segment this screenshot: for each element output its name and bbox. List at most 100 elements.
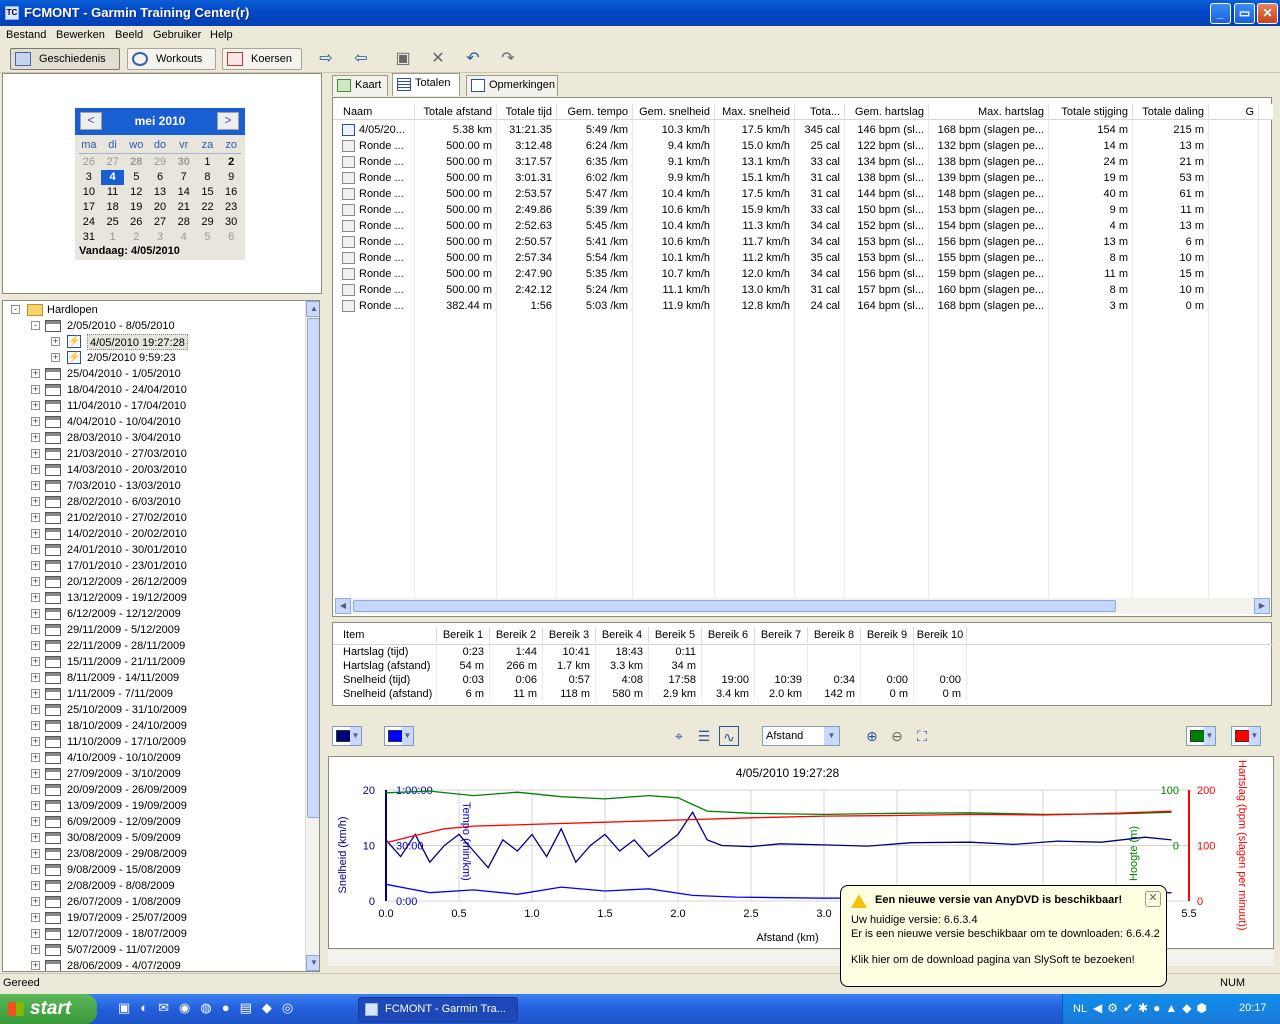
tree-week[interactable]: 28/03/2010 - 3/04/2010 <box>67 430 181 446</box>
table-row[interactable]: Ronde ... 500.00 m 2:57.34 5:54 /km 10.1 km/… <box>333 250 1273 266</box>
tree-week[interactable]: 25/04/2010 - 1/05/2010 <box>67 366 181 382</box>
expand-icon[interactable]: + <box>31 721 40 730</box>
zoom-in-icon[interactable]: ⊕ <box>862 726 882 746</box>
close-button[interactable]: ✕ <box>1257 3 1278 24</box>
calendar-day[interactable]: 8 <box>196 170 220 185</box>
calendar-today[interactable]: Vandaag: 4/05/2010 <box>79 245 180 257</box>
menu-help[interactable]: Help <box>210 29 233 41</box>
zone-column-header[interactable]: Item <box>339 627 437 643</box>
tree-week[interactable]: 23/08/2009 - 29/08/2009 <box>67 846 187 862</box>
calendar-next-button[interactable]: > <box>217 112 239 130</box>
right-color1-select[interactable]: ▼ <box>1186 726 1216 746</box>
tree-week[interactable]: 24/01/2010 - 30/01/2010 <box>67 542 187 558</box>
tree-week[interactable]: 5/07/2009 - 11/07/2009 <box>67 942 180 958</box>
column-header[interactable]: Totale afstand <box>415 104 497 120</box>
zone-column-header[interactable]: Bereik 8 <box>808 627 861 643</box>
table-row[interactable]: Ronde ... 500.00 m 2:50.57 5:41 /km 10.6 km/… <box>333 234 1273 250</box>
table-row[interactable]: Ronde ... 500.00 m 2:49.86 5:39 /km 10.6 km/… <box>333 202 1273 218</box>
calendar-day[interactable]: 1 <box>101 230 125 245</box>
menu-bestand[interactable]: Bestand <box>6 29 46 41</box>
calendar-day[interactable]: 20 <box>148 200 172 215</box>
tree-week[interactable]: 4/04/2010 - 10/04/2010 <box>67 414 181 430</box>
calendar-day[interactable]: 25 <box>101 215 125 230</box>
tree-week[interactable]: 11/10/2009 - 17/10/2009 <box>67 734 186 750</box>
menu-bewerken[interactable]: Bewerken <box>56 29 105 41</box>
tree-week[interactable]: 30/08/2009 - 5/09/2009 <box>67 830 181 846</box>
expand-icon[interactable]: + <box>31 961 40 970</box>
expand-icon[interactable]: + <box>31 529 40 538</box>
column-header[interactable]: Tota... <box>795 104 845 120</box>
calendar-day[interactable]: 29 <box>196 215 220 230</box>
calendar-prev-button[interactable]: < <box>80 112 102 130</box>
calendar-day[interactable]: 12 <box>124 185 148 200</box>
column-header[interactable]: Totale tijd <box>497 104 557 120</box>
zone-column-header[interactable]: Bereik 6 <box>702 627 755 643</box>
tree-week[interactable]: 14/03/2010 - 20/03/2010 <box>67 462 187 478</box>
calendar-day[interactable]: 29 <box>148 155 172 170</box>
expand-icon[interactable]: + <box>31 641 40 650</box>
expand-icon[interactable]: + <box>31 609 40 618</box>
table-row[interactable]: Ronde ... 382.44 m 1:56 5:03 /km 11.9 km/h 12… <box>333 298 1273 314</box>
tree-week[interactable]: 20/12/2009 - 26/12/2009 <box>67 574 187 590</box>
tab-kaart[interactable]: Kaart <box>332 75 388 96</box>
tree-week[interactable]: 9/08/2009 - 15/08/2009 <box>67 862 181 878</box>
calendar-day[interactable]: 3 <box>77 170 101 185</box>
crosshair-icon[interactable]: ⌖ <box>669 726 689 746</box>
title-bar[interactable]: TC FCMONT - Garmin Training Center(r) _ … <box>0 0 1280 26</box>
scroll-down-icon[interactable]: ▼ <box>306 955 319 971</box>
update-notification-balloon[interactable]: Een nieuwe versie van AnyDVD is beschikb… <box>840 885 1167 987</box>
tree-week[interactable]: 28/06/2009 - 4/07/2009 <box>67 958 181 971</box>
table-row[interactable]: Ronde ... 500.00 m 2:52.63 5:45 /km 10.4 km/… <box>333 218 1273 234</box>
expand-icon[interactable]: + <box>31 881 40 890</box>
delete-icon[interactable]: ✕ <box>427 51 449 69</box>
tree-week[interactable]: 17/01/2010 - 23/01/2010 <box>67 558 187 574</box>
column-header[interactable]: Max. snelheid <box>715 104 795 120</box>
expand-icon[interactable]: + <box>31 417 40 426</box>
zone-column-header[interactable]: Bereik 4 <box>596 627 649 643</box>
tree-scroll-thumb[interactable] <box>307 318 319 818</box>
column-header[interactable]: Naam <box>339 104 415 120</box>
tree-week[interactable]: 21/03/2010 - 27/03/2010 <box>67 446 187 462</box>
courses-button[interactable]: Koersen <box>222 48 302 70</box>
scroll-left-icon[interactable]: ◀ <box>335 598 351 614</box>
totals-hscrollbar[interactable]: ◀ ▶ <box>335 598 1270 614</box>
taskbar-item-garmin[interactable]: FCMONT - Garmin Tra... <box>358 997 518 1022</box>
zone-column-header[interactable]: Bereik 2 <box>490 627 543 643</box>
column-header[interactable]: Gem. tempo <box>557 104 633 120</box>
menu-beeld[interactable]: Beeld <box>115 29 143 41</box>
lap-markers-icon[interactable]: ☰ <box>694 726 714 746</box>
smooth-line-icon[interactable]: ∿ <box>719 726 739 746</box>
calendar-day[interactable]: 28 <box>124 155 148 170</box>
expand-icon[interactable]: + <box>31 945 40 954</box>
expand-icon[interactable]: + <box>31 897 40 906</box>
tree-week[interactable]: 21/02/2010 - 27/02/2010 <box>67 510 187 526</box>
calendar-day[interactable]: 22 <box>196 200 220 215</box>
workouts-button[interactable]: Workouts <box>127 48 216 70</box>
calendar-day[interactable]: 30 <box>172 155 196 170</box>
maximize-button[interactable]: ▭ <box>1234 3 1255 24</box>
calendar-day[interactable]: 5 <box>124 170 148 185</box>
calendar-day[interactable]: 7 <box>172 170 196 185</box>
tree-activity-0[interactable]: 4/05/2010 19:27:28 <box>87 334 188 350</box>
expand-icon[interactable]: + <box>31 497 40 506</box>
calendar-day[interactable]: 19 <box>124 200 148 215</box>
collapse-icon[interactable]: - <box>31 321 40 330</box>
calendar-day[interactable]: 3 <box>148 230 172 245</box>
expand-icon[interactable]: + <box>31 801 40 810</box>
tree-week[interactable]: 15/11/2009 - 21/11/2009 <box>67 654 185 670</box>
zone-column-header[interactable]: Bereik 5 <box>649 627 702 643</box>
column-header[interactable]: Totale stijging <box>1049 104 1133 120</box>
zone-row[interactable]: Hartslag (afstand) 54 m 266 m 1.7 km 3.3 km 3… <box>333 659 1273 673</box>
menu-gebruiker[interactable]: Gebruiker <box>153 29 201 41</box>
tree-week[interactable]: 19/07/2009 - 25/07/2009 <box>67 910 187 926</box>
column-header[interactable]: Max. hartslag <box>929 104 1049 120</box>
balloon-download-link[interactable]: Klik hier om de download pagina van SlyS… <box>851 954 1135 966</box>
left-color1-select[interactable]: ▼ <box>332 726 362 746</box>
tree-week[interactable]: 7/03/2010 - 13/03/2010 <box>67 478 181 494</box>
quick-launch-icons[interactable]: ▣◐✉◉◍●▤◆◎ <box>118 1000 318 1018</box>
zone-row[interactable]: Hartslag (tijd) 0:23 1:44 10:41 18:43 0:11 <box>333 645 1273 659</box>
history-button[interactable]: Geschiedenis <box>10 48 120 70</box>
import-icon[interactable]: ▣ <box>392 51 414 69</box>
tree-week[interactable]: 2/08/2009 - 8/08/2009 <box>67 878 175 894</box>
tree-week[interactable]: 18/10/2009 - 24/10/2009 <box>67 718 187 734</box>
